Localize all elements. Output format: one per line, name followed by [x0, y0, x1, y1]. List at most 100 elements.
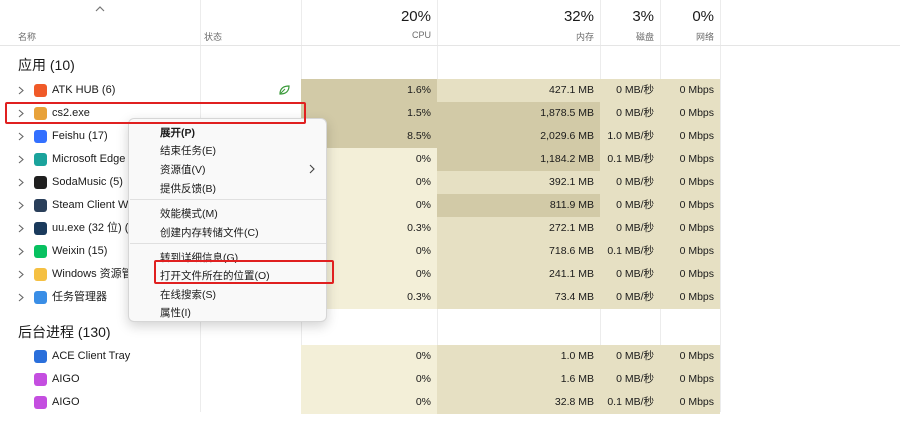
- table-row[interactable]: AIGO 0% 32.8 MB 0.1 MB/秒 0 Mbps: [0, 391, 900, 414]
- network-cell: 0 Mbps: [660, 171, 720, 194]
- memory-cell: 1,184.2 MB: [437, 148, 600, 171]
- sodamusic-icon: [34, 176, 47, 189]
- cpu-cell: 1.6%: [301, 79, 437, 102]
- process-name: SodaMusic (5): [52, 176, 123, 188]
- memory-cell: 1,878.5 MB: [437, 102, 600, 125]
- menu-item-properties[interactable]: 属性(I): [160, 305, 191, 320]
- memory-cell: 241.1 MB: [437, 263, 600, 286]
- memory-cell: 272.1 MB: [437, 217, 600, 240]
- table-row[interactable]: AIGO 0% 1.6 MB 0 MB/秒 0 Mbps: [0, 368, 900, 391]
- disk-total-percent[interactable]: 3%: [600, 8, 654, 25]
- atk-hub-icon: [34, 84, 47, 97]
- menu-item-efficiency-mode[interactable]: 效能模式(M): [160, 206, 218, 221]
- network-cell: 0 Mbps: [660, 217, 720, 240]
- open-location-highlight-box: [154, 260, 334, 284]
- network-cell: 0 Mbps: [660, 125, 720, 148]
- cs2-row-highlight-box: [5, 102, 306, 124]
- memory-cell: 2,029.6 MB: [437, 125, 600, 148]
- chevron-right-icon[interactable]: [16, 269, 26, 280]
- status-column-header[interactable]: 状态: [204, 30, 222, 43]
- edge-icon: [34, 153, 47, 166]
- chevron-right-icon[interactable]: [16, 200, 26, 211]
- network-cell: 0 Mbps: [660, 102, 720, 125]
- cpu-cell: 0%: [301, 391, 437, 414]
- chevron-right-icon[interactable]: [16, 131, 26, 142]
- disk-cell: 0 MB/秒: [600, 286, 660, 309]
- task-manager-icon: [34, 291, 47, 304]
- weixin-icon: [34, 245, 47, 258]
- menu-separator: [130, 243, 326, 244]
- process-name: ACE Client Tray: [52, 350, 131, 362]
- menu-item-resource-values[interactable]: 资源值(V): [160, 162, 206, 177]
- ace-client-icon: [34, 350, 47, 363]
- disk-cell: 0 MB/秒: [600, 194, 660, 217]
- memory-cell: 73.4 MB: [437, 286, 600, 309]
- menu-item-feedback[interactable]: 提供反馈(B): [160, 181, 216, 196]
- chevron-right-icon[interactable]: [16, 177, 26, 188]
- memory-cell: 718.6 MB: [437, 240, 600, 263]
- column-header-bar: 名称 状态 20% CPU 32% 内存 3% 磁盘 0% 网络: [0, 0, 900, 46]
- network-cell: 0 Mbps: [660, 391, 720, 414]
- memory-cell: 1.6 MB: [437, 368, 600, 391]
- efficiency-leaf-icon: [277, 83, 291, 97]
- process-name: AIGO: [52, 396, 80, 408]
- cpu-cell: 0%: [301, 368, 437, 391]
- chevron-right-icon[interactable]: [16, 292, 26, 303]
- chevron-right-icon[interactable]: [16, 154, 26, 165]
- menu-item-end-task[interactable]: 结束任务(E): [160, 143, 216, 158]
- uu-icon: [34, 222, 47, 235]
- process-name: 任务管理器: [52, 291, 107, 303]
- disk-cell: 0.1 MB/秒: [600, 148, 660, 171]
- memory-cell: 427.1 MB: [437, 79, 600, 102]
- menu-item-search-online[interactable]: 在线搜索(S): [160, 287, 216, 302]
- cpu-column-header[interactable]: CPU: [301, 30, 431, 40]
- table-row[interactable]: ATK HUB (6) 1.6% 427.1 MB 0 MB/秒 0 Mbps: [0, 79, 900, 102]
- network-column-header[interactable]: 网络: [660, 30, 714, 43]
- aigo-icon: [34, 373, 47, 386]
- disk-cell: 0 MB/秒: [600, 79, 660, 102]
- table-row[interactable]: ACE Client Tray 0% 1.0 MB 0 MB/秒 0 Mbps: [0, 345, 900, 368]
- network-cell: 0 Mbps: [660, 194, 720, 217]
- network-total-percent[interactable]: 0%: [660, 8, 714, 25]
- apps-section-title: 应用 (10): [18, 57, 75, 73]
- disk-cell: 0.1 MB/秒: [600, 391, 660, 414]
- context-menu: 展开(P) 结束任务(E) 资源值(V) 提供反馈(B) 效能模式(M) 创建内…: [128, 118, 327, 322]
- chevron-right-icon: [309, 164, 315, 174]
- menu-item-create-dump[interactable]: 创建内存转储文件(C): [160, 225, 259, 240]
- memory-cell: 392.1 MB: [437, 171, 600, 194]
- network-cell: 0 Mbps: [660, 263, 720, 286]
- disk-cell: 0 MB/秒: [600, 368, 660, 391]
- disk-cell: 1.0 MB/秒: [600, 125, 660, 148]
- process-name: Weixin (15): [52, 245, 108, 257]
- process-name: Microsoft Edge: [52, 153, 126, 165]
- network-cell: 0 Mbps: [660, 345, 720, 368]
- chevron-right-icon[interactable]: [16, 85, 26, 96]
- name-column-header[interactable]: 名称: [18, 30, 36, 43]
- chevron-right-icon[interactable]: [16, 223, 26, 234]
- cpu-total-percent[interactable]: 20%: [301, 8, 431, 25]
- steam-icon: [34, 199, 47, 212]
- disk-cell: 0 MB/秒: [600, 217, 660, 240]
- folder-icon: [34, 268, 47, 281]
- memory-cell: 32.8 MB: [437, 391, 600, 414]
- disk-cell: 0.1 MB/秒: [600, 240, 660, 263]
- background-section-title: 后台进程 (130): [18, 324, 111, 340]
- process-name: Windows 资源管: [52, 268, 133, 280]
- disk-cell: 0 MB/秒: [600, 345, 660, 368]
- menu-item-expand[interactable]: 展开(P): [160, 125, 195, 140]
- process-name: ATK HUB (6): [52, 84, 116, 96]
- network-cell: 0 Mbps: [660, 286, 720, 309]
- memory-cell: 811.9 MB: [437, 194, 600, 217]
- network-cell: 0 Mbps: [660, 148, 720, 171]
- chevron-up-icon[interactable]: [94, 4, 106, 14]
- disk-cell: 0 MB/秒: [600, 102, 660, 125]
- chevron-right-icon[interactable]: [16, 246, 26, 257]
- network-cell: 0 Mbps: [660, 368, 720, 391]
- disk-column-header[interactable]: 磁盘: [600, 30, 654, 43]
- process-name: AIGO: [52, 373, 80, 385]
- process-name: Steam Client W: [52, 199, 129, 211]
- disk-cell: 0 MB/秒: [600, 263, 660, 286]
- aigo-icon: [34, 396, 47, 409]
- memory-total-percent[interactable]: 32%: [437, 8, 594, 25]
- memory-column-header[interactable]: 内存: [437, 30, 594, 43]
